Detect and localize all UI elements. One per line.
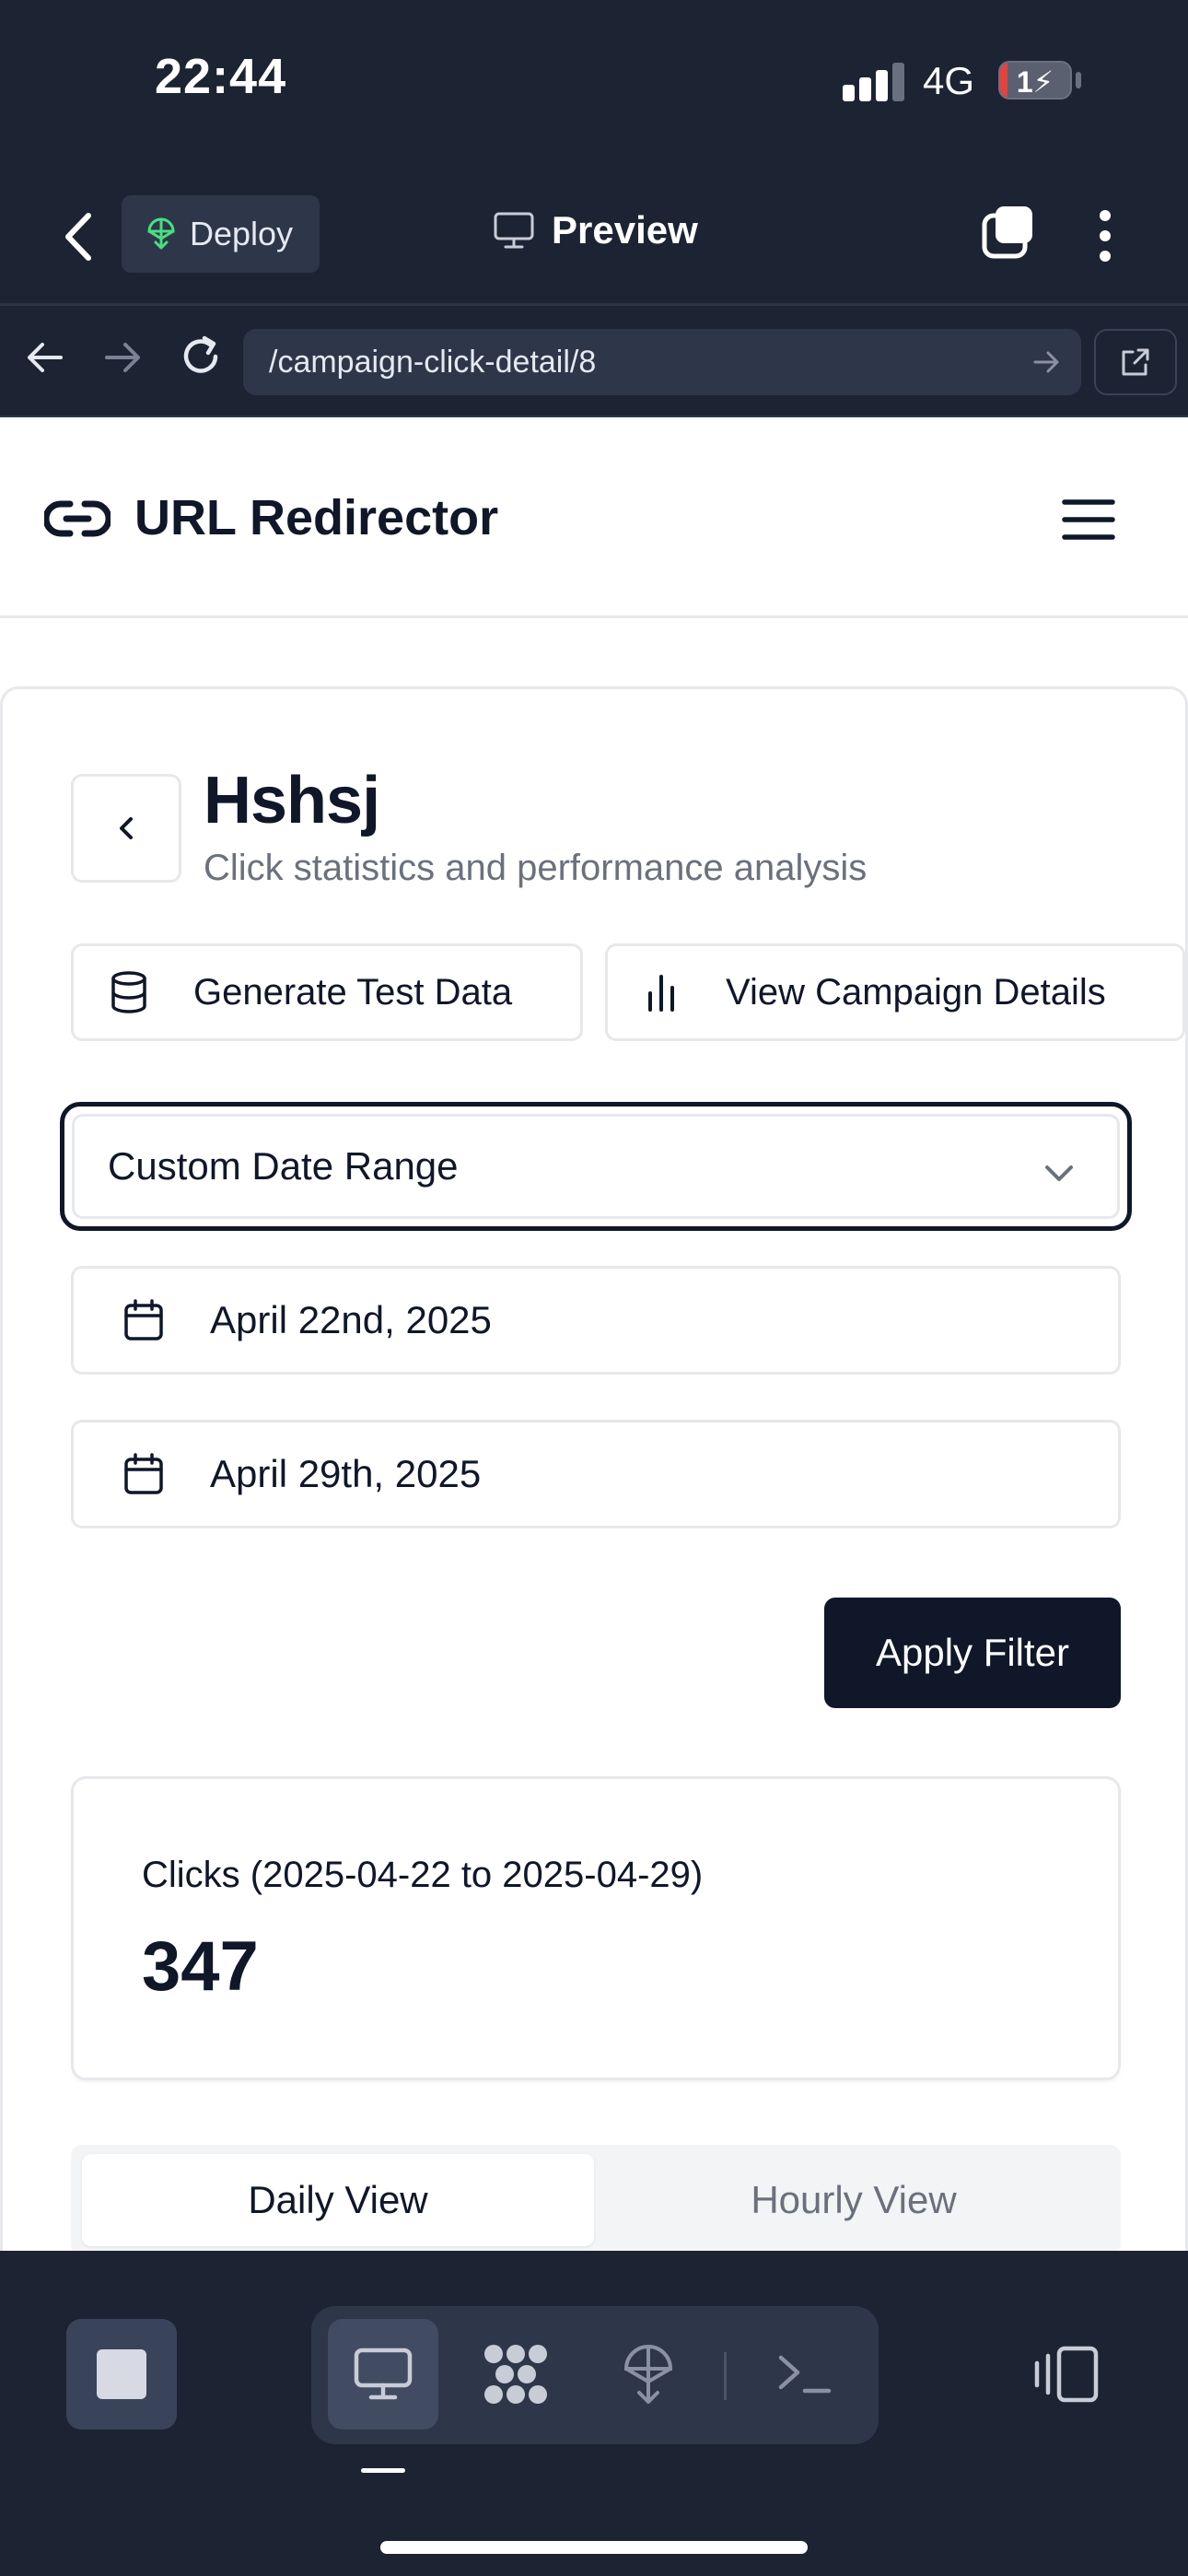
tabs-icon[interactable] — [979, 203, 1038, 262]
page-subtitle: Click statistics and performance analysi… — [204, 848, 868, 888]
end-date-value: April 29th, 2025 — [210, 1452, 482, 1495]
calendar-icon — [124, 1299, 163, 1341]
more-vertical-icon[interactable] — [1085, 206, 1125, 265]
campaign-card: Hshsj Click statistics and performance a… — [0, 686, 1188, 2251]
reload-icon[interactable] — [177, 333, 225, 381]
view-campaign-details-label: View Campaign Details — [726, 971, 1106, 1013]
terminal-icon — [778, 2355, 832, 2394]
status-bar: 22:44 4G 1⚡ — [0, 0, 1188, 166]
stop-button[interactable] — [66, 2319, 177, 2430]
open-external-button[interactable] — [1094, 329, 1177, 395]
preview-tool-button[interactable] — [328, 2319, 438, 2430]
home-indicator — [380, 2541, 808, 2554]
stop-icon — [97, 2349, 146, 2399]
arrow-right-icon[interactable] — [101, 336, 144, 379]
menu-icon[interactable] — [1061, 497, 1116, 543]
active-tool-indicator — [361, 2468, 405, 2473]
chevron-left-icon — [120, 817, 133, 839]
agent-tool-button[interactable] — [460, 2319, 571, 2430]
external-link-icon — [1122, 348, 1149, 376]
go-arrow-icon[interactable] — [1031, 347, 1061, 377]
deploy-icon — [623, 2345, 673, 2404]
deploy-tool-button[interactable] — [593, 2319, 704, 2430]
url-text: /campaign-click-detail/8 — [269, 344, 597, 380]
preview-label: Preview — [552, 208, 698, 252]
tool-group — [311, 2306, 879, 2444]
view-tabs: Daily View Hourly View — [71, 2145, 1121, 2251]
url-input[interactable]: /campaign-click-detail/8 — [243, 329, 1081, 395]
chevron-down-icon — [1045, 1165, 1073, 1181]
page-back-button[interactable] — [71, 774, 181, 883]
link-icon — [44, 500, 111, 537]
terminal-tool-button[interactable] — [750, 2319, 860, 2430]
database-icon — [111, 971, 146, 1013]
start-date-value: April 22nd, 2025 — [210, 1298, 492, 1341]
deploy-icon — [147, 217, 175, 250]
back-icon[interactable] — [53, 205, 103, 269]
bar-chart-icon — [648, 975, 674, 1012]
tab-hourly-view[interactable]: Hourly View — [598, 2154, 1110, 2246]
monitor-icon — [354, 2348, 413, 2400]
battery-icon: 1⚡ — [998, 61, 1072, 100]
apply-filter-button[interactable]: Apply Filter — [824, 1598, 1121, 1708]
clicks-stat-label: Clicks (2025-04-22 to 2025-04-29) — [142, 1855, 704, 1895]
bottom-toolbar — [0, 2262, 1188, 2576]
app-toolbar: Deploy Preview — [0, 166, 1188, 306]
clicks-stat-card: Clicks (2025-04-22 to 2025-04-29) 347 — [71, 1776, 1121, 2080]
web-content: URL Redirector Hshsj Click statistics an… — [0, 417, 1188, 2251]
panel-toggle-icon[interactable] — [1030, 2337, 1103, 2411]
signal-icon — [843, 63, 907, 101]
clicks-stat-value: 347 — [142, 1927, 259, 2006]
arrow-left-icon[interactable] — [24, 336, 66, 379]
preview-title: Preview — [493, 208, 698, 252]
tab-daily-view[interactable]: Daily View — [82, 2154, 594, 2246]
site-title: URL Redirector — [134, 490, 499, 545]
page-title: Hshsj — [204, 764, 380, 837]
view-campaign-details-button[interactable]: View Campaign Details — [605, 943, 1185, 1041]
calendar-icon — [124, 1453, 163, 1494]
start-date-picker[interactable]: April 22nd, 2025 — [71, 1266, 1121, 1375]
date-range-select-focus: Custom Date Range — [60, 1102, 1132, 1231]
date-range-select[interactable]: Custom Date Range — [72, 1114, 1120, 1219]
generate-test-data-label: Generate Test Data — [193, 971, 513, 1013]
site-header: URL Redirector — [0, 417, 1188, 618]
end-date-picker[interactable]: April 29th, 2025 — [71, 1420, 1121, 1528]
monitor-icon — [494, 212, 534, 249]
agent-icon — [484, 2345, 547, 2404]
status-time: 22:44 — [155, 49, 287, 104]
network-type: 4G — [923, 59, 975, 102]
url-bar: /campaign-click-detail/8 — [0, 309, 1188, 417]
deploy-label: Deploy — [190, 215, 294, 252]
generate-test-data-button[interactable]: Generate Test Data — [71, 943, 583, 1041]
deploy-button[interactable]: Deploy — [122, 195, 320, 273]
date-range-value: Custom Date Range — [108, 1144, 459, 1188]
battery-level: 1⚡ — [1016, 65, 1054, 99]
